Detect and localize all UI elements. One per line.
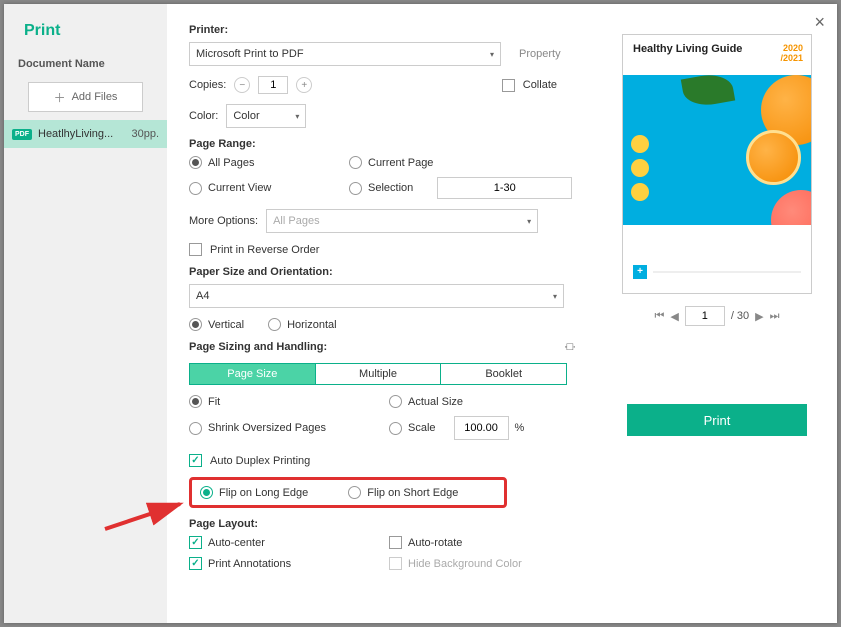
nav-last-icon[interactable]: ⏭ — [770, 310, 780, 323]
close-icon[interactable]: × — [814, 12, 825, 33]
scale-label: Scale — [408, 422, 436, 434]
reverse-order-label: Print in Reverse Order — [210, 244, 319, 256]
current-view-label: Current View — [208, 182, 271, 194]
expand-handling-icon[interactable]: ·□· — [564, 341, 575, 353]
chevron-down-icon: ▾ — [295, 112, 299, 121]
nav-next-icon[interactable]: ▶ — [755, 310, 763, 323]
horizontal-radio[interactable] — [268, 318, 281, 331]
copies-label: Copies: — [189, 79, 226, 91]
all-pages-label: All Pages — [208, 157, 254, 169]
pdf-icon: PDF — [12, 129, 32, 140]
nav-total-label: / 30 — [731, 310, 749, 322]
horizontal-label: Horizontal — [287, 319, 337, 331]
chevron-down-icon: ▾ — [527, 217, 531, 226]
flip-short-edge-label: Flip on Short Edge — [367, 487, 458, 499]
chevron-down-icon: ▾ — [490, 50, 494, 59]
print-annotations-checkbox[interactable]: ✓ — [189, 557, 202, 570]
auto-duplex-checkbox[interactable]: ✓ — [189, 454, 202, 467]
current-page-radio[interactable] — [349, 156, 362, 169]
file-name: HeatlhyLiving... — [38, 128, 125, 140]
file-pagecount: 30pp. — [131, 128, 159, 140]
nav-page-input[interactable] — [685, 306, 725, 326]
nav-prev-icon[interactable]: ◀ — [670, 310, 678, 323]
preview-year: 2020/2021 — [780, 43, 803, 63]
page-layout-label: Page Layout: — [189, 518, 575, 530]
actual-size-radio[interactable] — [389, 395, 402, 408]
document-name-label: Document Name — [4, 54, 167, 78]
page-range-label: Page Range: — [189, 138, 575, 150]
main-panel: Printer: Microsoft Print to PDF ▾ Proper… — [167, 4, 597, 623]
printer-label: Printer: — [189, 24, 575, 36]
auto-duplex-label: Auto Duplex Printing — [210, 455, 310, 467]
scale-input[interactable] — [454, 416, 509, 440]
paper-label: Paper Size and Orientation: — [189, 266, 575, 278]
color-select[interactable]: Color ▾ — [226, 104, 306, 128]
shrink-radio[interactable] — [189, 422, 202, 435]
preview-nav: ⏮ ◀ / 30 ▶ ⏭ — [654, 306, 779, 326]
percent-label: % — [515, 422, 525, 434]
hide-bg-checkbox — [389, 557, 402, 570]
preview-image — [623, 75, 811, 225]
color-selected: Color — [233, 110, 259, 122]
reverse-order-checkbox[interactable] — [189, 243, 202, 256]
copies-increment[interactable]: + — [296, 77, 312, 93]
preview-title: Healthy Living Guide — [633, 43, 742, 55]
nav-first-icon[interactable]: ⏮ — [654, 310, 664, 323]
chevron-down-icon: ▾ — [553, 292, 557, 301]
current-page-label: Current Page — [368, 157, 433, 169]
color-label: Color: — [189, 110, 218, 122]
hide-bg-label: Hide Background Color — [408, 558, 522, 570]
plus-icon: ＋ — [54, 89, 66, 106]
fit-label: Fit — [208, 396, 220, 408]
tab-booklet[interactable]: Booklet — [441, 364, 566, 384]
more-options-select[interactable]: All Pages ▾ — [266, 209, 538, 233]
auto-center-label: Auto-center — [208, 537, 265, 549]
flip-highlight-box: Flip on Long Edge Flip on Short Edge — [189, 477, 507, 508]
tab-page-size[interactable]: Page Size — [190, 364, 316, 384]
property-link[interactable]: Property — [519, 48, 561, 60]
copies-input[interactable] — [258, 76, 288, 94]
print-annotations-label: Print Annotations — [208, 558, 291, 570]
selection-label: Selection — [368, 182, 413, 194]
copies-decrement[interactable]: − — [234, 77, 250, 93]
flip-long-edge-radio[interactable] — [200, 486, 213, 499]
auto-rotate-checkbox[interactable] — [389, 536, 402, 549]
collate-label: Collate — [523, 79, 557, 91]
preview-panel: Healthy Living Guide 2020/2021 + ⏮ ◀ / 3… — [597, 4, 837, 623]
auto-rotate-label: Auto-rotate — [408, 537, 462, 549]
more-options-selected: All Pages — [273, 215, 319, 227]
all-pages-radio[interactable] — [189, 156, 202, 169]
vertical-radio[interactable] — [189, 318, 202, 331]
scale-radio[interactable] — [389, 422, 402, 435]
file-row[interactable]: PDF HeatlhyLiving... 30pp. — [4, 120, 167, 148]
printer-select[interactable]: Microsoft Print to PDF ▾ — [189, 42, 501, 66]
collate-checkbox[interactable] — [502, 79, 515, 92]
shrink-label: Shrink Oversized Pages — [208, 422, 326, 434]
sizing-tabs: Page Size Multiple Booklet — [189, 363, 567, 385]
flip-long-edge-label: Flip on Long Edge — [219, 487, 308, 499]
current-view-radio[interactable] — [189, 182, 202, 195]
print-button[interactable]: Print — [627, 404, 807, 436]
add-files-button[interactable]: ＋ Add Files — [28, 82, 143, 112]
actual-size-label: Actual Size — [408, 396, 463, 408]
auto-center-checkbox[interactable]: ✓ — [189, 536, 202, 549]
fit-radio[interactable] — [189, 395, 202, 408]
sizing-label: Page Sizing and Handling: — [189, 341, 327, 353]
tab-multiple[interactable]: Multiple — [316, 364, 442, 384]
preview-page: Healthy Living Guide 2020/2021 + — [622, 34, 812, 294]
vertical-label: Vertical — [208, 319, 244, 331]
printer-selected: Microsoft Print to PDF — [196, 48, 304, 60]
flip-short-edge-radio[interactable] — [348, 486, 361, 499]
dialog-title: Print — [4, 4, 167, 54]
print-dialog: × Print Document Name ＋ Add Files PDF He… — [4, 4, 837, 623]
paper-size-select[interactable]: A4 ▾ — [189, 284, 564, 308]
selection-range-input[interactable] — [437, 177, 572, 199]
more-options-label: More Options: — [189, 215, 258, 227]
add-files-label: Add Files — [72, 91, 118, 103]
annotation-arrow-icon — [100, 494, 190, 534]
paper-size-selected: A4 — [196, 290, 209, 302]
selection-radio[interactable] — [349, 182, 362, 195]
